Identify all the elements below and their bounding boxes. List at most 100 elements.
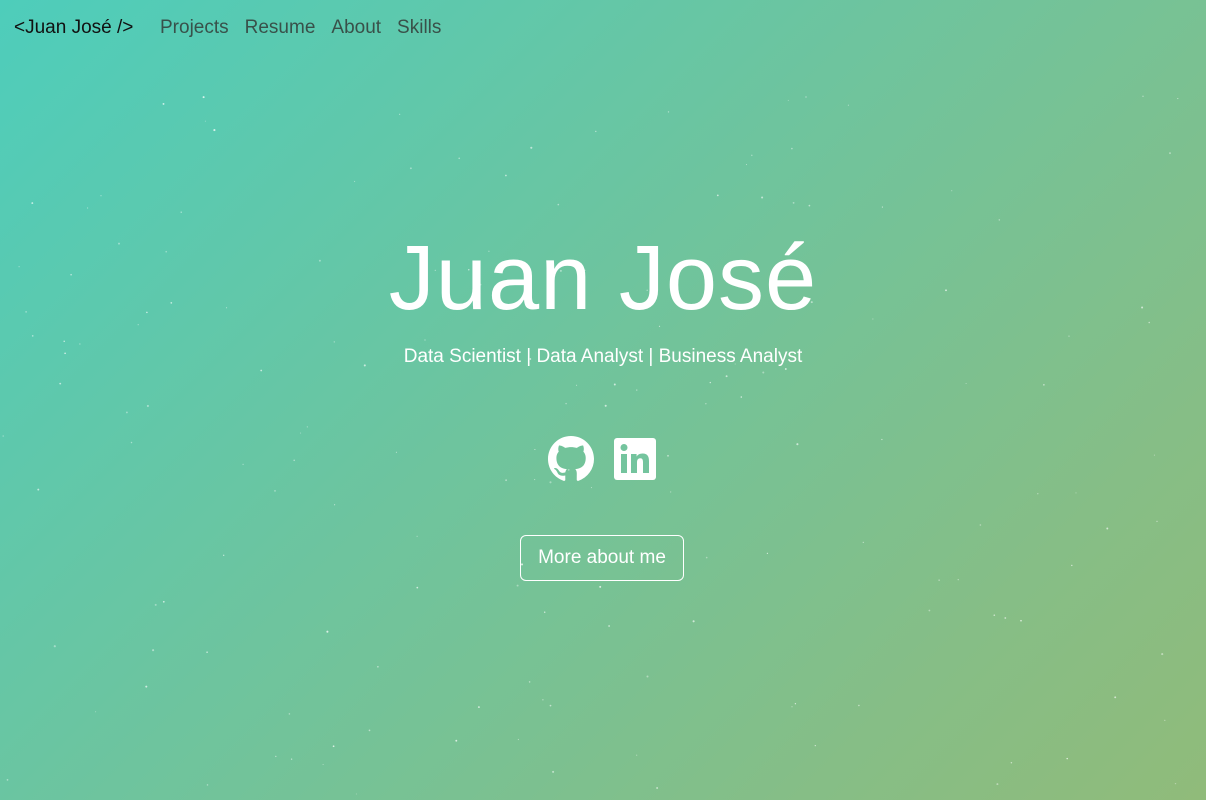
star-particle [725, 375, 728, 378]
star-particle [326, 630, 329, 633]
star-particle [791, 147, 793, 150]
star-particle [274, 490, 276, 492]
star-particle [552, 770, 555, 773]
star-particle [1142, 95, 1144, 97]
star-particle [928, 609, 931, 612]
star-particle [206, 784, 209, 786]
star-particle [636, 389, 638, 391]
star-particle [87, 207, 89, 209]
star-particle [745, 164, 748, 166]
star-particle [847, 104, 849, 106]
star-particle [965, 382, 967, 385]
star-particle [576, 384, 578, 386]
star-particle [957, 579, 959, 581]
star-particle [761, 196, 764, 199]
star-particle [416, 535, 418, 537]
star-particle [881, 206, 883, 208]
star-particle [377, 666, 379, 668]
star-particle [1068, 335, 1070, 337]
star-particle [667, 111, 670, 113]
star-particle [332, 745, 335, 748]
star-particle [762, 371, 765, 374]
star-particle [162, 600, 165, 603]
star-particle [692, 620, 695, 623]
star-particle [275, 755, 277, 758]
star-particle [516, 584, 519, 587]
star-particle [705, 403, 707, 405]
more-about-me-button[interactable]: More about me [520, 535, 684, 581]
star-particle [162, 102, 165, 105]
star-particle [1114, 696, 1117, 699]
star-particle [1075, 492, 1077, 494]
linkedin-link[interactable] [612, 436, 658, 482]
star-particle [477, 706, 480, 709]
star-particle [288, 713, 291, 715]
star-particle [656, 787, 658, 789]
star-particle [355, 793, 357, 795]
github-link[interactable] [548, 436, 594, 482]
nav-link-about[interactable]: About [331, 17, 381, 39]
star-particle [784, 368, 787, 370]
star-particle [792, 201, 795, 204]
nav-link-projects[interactable]: Projects [160, 17, 229, 39]
star-particle [152, 649, 155, 652]
star-particle [1106, 527, 1109, 530]
star-particle [613, 383, 616, 386]
star-particle [206, 651, 208, 654]
nav-link-skills[interactable]: Skills [397, 17, 441, 39]
star-particle [145, 685, 148, 688]
star-particle [709, 381, 711, 384]
star-particle [1066, 757, 1068, 760]
star-particle [549, 704, 552, 707]
star-particle [416, 586, 419, 589]
star-particle [53, 645, 56, 648]
nav-links: Projects Resume About Skills [160, 17, 441, 39]
star-particle [31, 202, 34, 205]
star-particle [595, 130, 597, 133]
star-particle [604, 404, 607, 407]
star-particle [260, 369, 263, 372]
star-particle [996, 783, 999, 786]
star-particle [565, 402, 567, 405]
star-particle [530, 146, 533, 149]
hero-subtitle: Data Scientist | Data Analyst | Business… [403, 346, 803, 367]
star-particle [1156, 520, 1158, 523]
star-particle [557, 203, 560, 206]
star-particle [787, 99, 789, 101]
star-particle [670, 491, 672, 493]
star-particle [794, 703, 797, 705]
nav-link-resume[interactable]: Resume [245, 17, 316, 39]
star-particle [862, 541, 864, 544]
star-particle [740, 396, 743, 398]
linkedin-icon [614, 438, 656, 480]
star-particle [100, 195, 102, 197]
star-particle [998, 219, 1001, 221]
star-particle [716, 194, 719, 197]
star-particle [808, 204, 811, 207]
star-particle [517, 738, 520, 741]
star-particle [125, 411, 128, 414]
star-particle [79, 343, 81, 345]
star-particle [31, 335, 34, 337]
star-particle [646, 675, 649, 678]
star-particle [458, 157, 461, 160]
star-particle [154, 603, 157, 606]
star-particle [1174, 782, 1177, 785]
star-particle [791, 706, 793, 708]
star-particle [399, 113, 401, 115]
star-particles-background [2, 95, 1179, 795]
star-particle [180, 211, 182, 213]
star-particle [599, 585, 602, 588]
star-particle [1004, 617, 1007, 619]
star-particle [766, 552, 769, 555]
star-particle [213, 129, 216, 132]
star-particle [1010, 761, 1013, 764]
star-particle [1071, 564, 1073, 567]
star-particle [368, 729, 371, 732]
star-particle [993, 614, 996, 617]
star-particle [354, 180, 356, 183]
star-particle [409, 167, 412, 170]
star-particle [306, 426, 308, 428]
hero-name: Juan José [388, 227, 818, 329]
brand-logo[interactable]: <Juan José /> [14, 17, 133, 39]
